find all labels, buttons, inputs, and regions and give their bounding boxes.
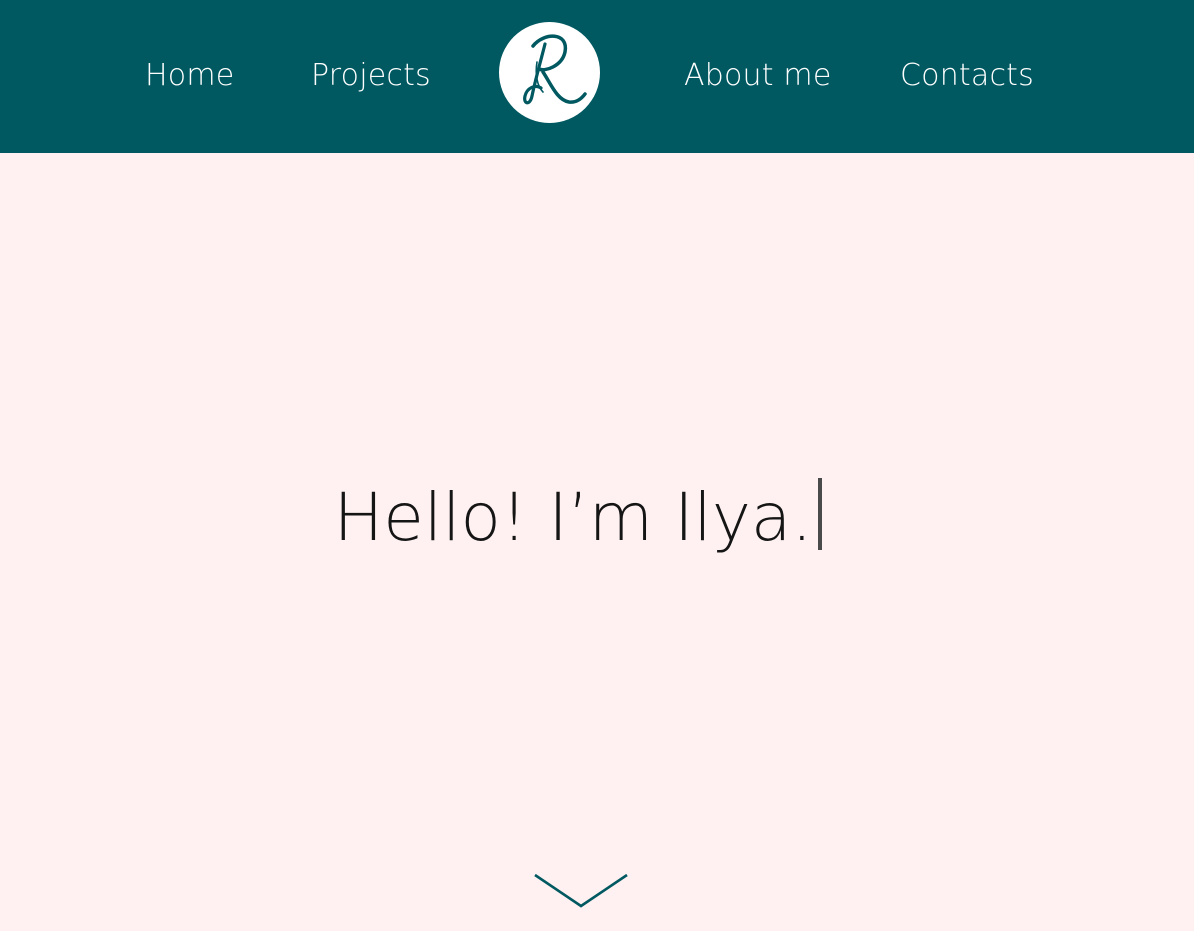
- nav-about-link[interactable]: About me: [684, 54, 832, 98]
- logo-button[interactable]: [499, 22, 600, 123]
- nav-contacts-link[interactable]: Contacts: [900, 54, 1034, 98]
- hero-greeting-text: Hello! I’m Ilya.: [333, 479, 813, 556]
- nav-home-link[interactable]: Home: [145, 54, 234, 98]
- scroll-down-button[interactable]: [532, 870, 630, 910]
- chevron-down-icon: [534, 873, 628, 908]
- nav-projects-link[interactable]: Projects: [311, 54, 431, 98]
- typing-cursor: [818, 478, 823, 550]
- site-header: Home Projects About me Contacts: [0, 0, 1194, 153]
- script-r-monogram-icon: [523, 34, 587, 105]
- hero-heading: Hello! I’m Ilya.: [334, 468, 823, 568]
- hero-section: Hello! I’m Ilya.: [0, 468, 1194, 568]
